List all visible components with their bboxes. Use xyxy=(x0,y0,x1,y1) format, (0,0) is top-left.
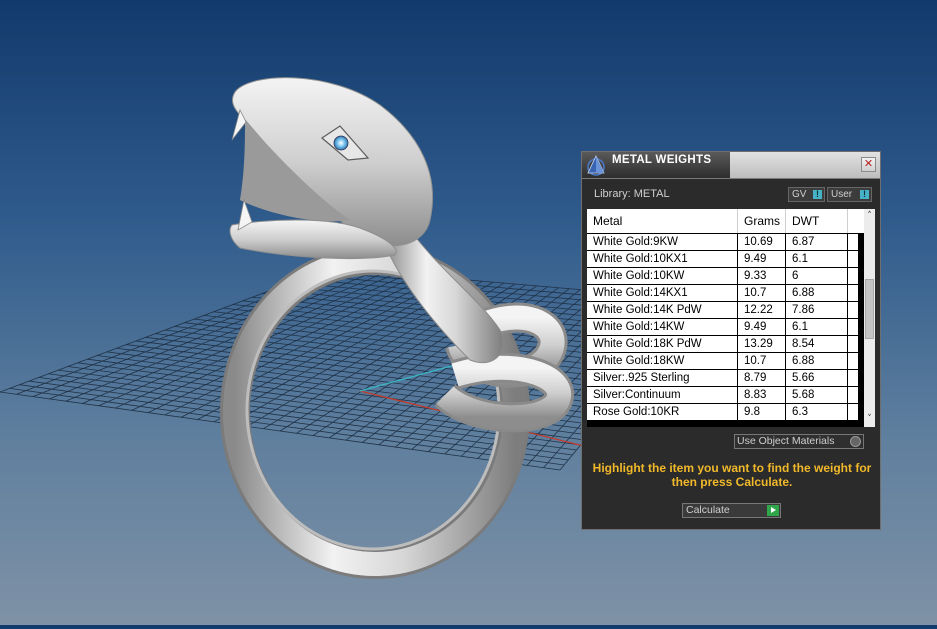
row-spacer xyxy=(848,387,858,403)
calculate-button[interactable]: Calculate xyxy=(682,503,781,518)
table-row[interactable]: Rose Gold:10KR 9.8 6.3 xyxy=(587,404,864,421)
dwt-cell: 8.54 xyxy=(786,336,847,352)
gv-toggle[interactable]: GV ! xyxy=(788,187,825,202)
row-spacer xyxy=(848,234,858,250)
panel-title: METAL WEIGHTS xyxy=(612,154,712,166)
grams-cell: 10.7 xyxy=(738,353,785,369)
gem-eye xyxy=(333,135,349,151)
use-object-materials-label: Use Object Materials xyxy=(737,435,835,447)
table-row[interactable]: Silver:Continuum 8.83 5.68 xyxy=(587,387,864,404)
grams-cell: 9.8 xyxy=(738,404,785,420)
grams-cell: 10.7 xyxy=(738,285,785,301)
grams-cell: 9.49 xyxy=(738,251,785,267)
metal-cell: White Gold:18KW xyxy=(587,353,737,369)
dwt-cell: 7.86 xyxy=(786,302,847,318)
table-row[interactable]: White Gold:14KX1 10.7 6.88 xyxy=(587,285,864,302)
table-scrollbar[interactable]: ˄ ˅ xyxy=(864,209,875,427)
dwt-cell: 6.88 xyxy=(786,285,847,301)
metal-cell: Rose Gold:10KR xyxy=(587,404,737,420)
table-row[interactable]: Silver:.925 Sterling 8.79 5.66 xyxy=(587,370,864,387)
metal-cell: Silver:Continuum xyxy=(587,387,737,403)
table-row[interactable]: White Gold:14KW 9.49 6.1 xyxy=(587,319,864,336)
row-spacer xyxy=(848,336,858,352)
dwt-cell: 6.88 xyxy=(786,353,847,369)
dwt-cell: 6 xyxy=(786,268,847,284)
column-header-grams[interactable]: Grams xyxy=(738,209,786,233)
column-header-metal[interactable]: Metal xyxy=(587,209,738,233)
row-spacer xyxy=(848,353,858,369)
metal-cell: White Gold:14K PdW xyxy=(587,302,737,318)
row-spacer xyxy=(848,268,858,284)
row-spacer xyxy=(848,319,858,335)
row-spacer xyxy=(848,285,858,301)
grams-cell: 10.69 xyxy=(738,234,785,250)
table-row[interactable]: White Gold:9KW 10.69 6.87 xyxy=(587,234,864,251)
grams-cell: 13.29 xyxy=(738,336,785,352)
table-row[interactable]: White Gold:14K PdW 12.22 7.86 xyxy=(587,302,864,319)
table-header: Metal Grams DWT xyxy=(587,209,864,233)
column-header-dwt[interactable]: DWT xyxy=(786,209,848,233)
metal-cell: White Gold:9KW xyxy=(587,234,737,250)
table-row[interactable]: White Gold:10KW 9.33 6 xyxy=(587,268,864,285)
dwt-cell: 6.1 xyxy=(786,319,847,335)
snake-ring xyxy=(220,77,574,579)
grams-cell: 8.79 xyxy=(738,370,785,386)
table-row[interactable]: White Gold:18K PdW 13.29 8.54 xyxy=(587,336,864,353)
library-label: Library: METAL xyxy=(594,188,670,200)
user-toggle[interactable]: User ! xyxy=(827,187,872,202)
radio-icon xyxy=(850,436,861,447)
dwt-cell: 5.68 xyxy=(786,387,847,403)
table-row[interactable]: White Gold:18KW 10.7 6.88 xyxy=(587,353,864,370)
metal-weights-panel: METAL WEIGHTS ✕ Library: METAL GV ! User… xyxy=(581,151,881,530)
table-row[interactable]: White Gold:10KX1 9.49 6.1 xyxy=(587,251,864,268)
user-indicator-icon: ! xyxy=(860,190,869,199)
dwt-cell: 6.1 xyxy=(786,251,847,267)
panel-titlebar[interactable]: METAL WEIGHTS ✕ xyxy=(582,152,880,179)
dwt-cell: 6.3 xyxy=(786,404,847,420)
grams-cell: 9.33 xyxy=(738,268,785,284)
table-body: White Gold:9KW 10.69 6.87 White Gold:10KX1 9… xyxy=(587,234,864,421)
scroll-thumb[interactable] xyxy=(865,279,874,339)
metal-cell: White Gold:14KX1 xyxy=(587,285,737,301)
pyramid-icon xyxy=(587,155,605,176)
grams-cell: 12.22 xyxy=(738,302,785,318)
instruction-text: Highlight the item you want to find the … xyxy=(592,461,872,489)
row-spacer xyxy=(848,404,858,420)
close-icon[interactable]: ✕ xyxy=(861,157,876,172)
user-label: User xyxy=(831,189,853,200)
metal-cell: Silver:.925 Sterling xyxy=(587,370,737,386)
scroll-down-icon[interactable]: ˅ xyxy=(864,414,875,425)
grams-cell: 9.49 xyxy=(738,319,785,335)
play-arrow-icon xyxy=(767,505,779,516)
dwt-cell: 6.87 xyxy=(786,234,847,250)
metal-table[interactable]: Metal Grams DWT White Gold:9KW 10.69 6.87 W… xyxy=(587,209,875,427)
gv-indicator-icon: ! xyxy=(813,190,822,199)
calculate-label: Calculate xyxy=(686,504,730,516)
title-tab: METAL WEIGHTS xyxy=(582,152,730,178)
metal-cell: White Gold:10KW xyxy=(587,268,737,284)
dwt-cell: 5.66 xyxy=(786,370,847,386)
gv-label: GV xyxy=(792,189,807,200)
row-spacer xyxy=(848,302,858,318)
use-object-materials-toggle[interactable]: Use Object Materials xyxy=(734,434,864,449)
grams-cell: 8.83 xyxy=(738,387,785,403)
scroll-up-icon[interactable]: ˄ xyxy=(864,211,875,222)
row-spacer xyxy=(848,251,858,267)
row-spacer xyxy=(848,370,858,386)
metal-cell: White Gold:14KW xyxy=(587,319,737,335)
metal-cell: White Gold:10KX1 xyxy=(587,251,737,267)
metal-cell: White Gold:18K PdW xyxy=(587,336,737,352)
